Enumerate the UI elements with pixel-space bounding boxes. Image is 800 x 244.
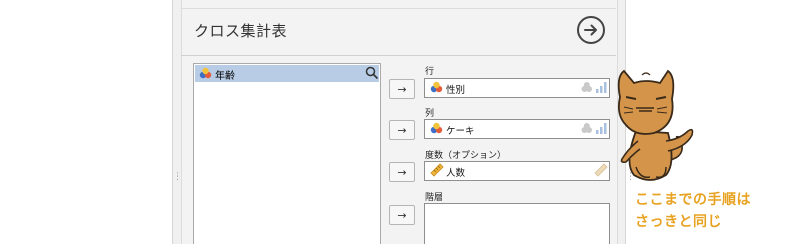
column-slot-label: 列 xyxy=(425,109,435,119)
nominal-variable-icon xyxy=(430,81,443,93)
row-slot-label: 行 xyxy=(425,67,435,77)
column-slot-value: ケーキ xyxy=(446,126,475,137)
measure-type-icon xyxy=(581,123,607,134)
caption-line2: さっきと同じ xyxy=(635,214,722,230)
move-to-layers-button[interactable]: → xyxy=(389,205,415,225)
resize-grip-left[interactable]: ⋮ xyxy=(173,173,182,182)
arrow-right-icon: → xyxy=(397,165,407,179)
cat-mascot-illustration xyxy=(617,69,694,181)
frequency-slot-label: 度数（オプション） xyxy=(425,151,507,161)
arrow-right-circle-icon xyxy=(584,24,597,36)
measure-type-icon xyxy=(581,82,607,93)
caption-line1: ここまでの手順は xyxy=(635,192,751,208)
frequency-slot-value: 人数 xyxy=(446,168,466,179)
arrow-right-icon: → xyxy=(397,123,407,137)
dialog-title: クロス集計表 xyxy=(194,22,288,40)
arrow-right-icon: → xyxy=(397,82,407,96)
nominal-variable-icon xyxy=(430,122,443,134)
ruler-icon xyxy=(430,163,444,177)
layers-slot[interactable] xyxy=(424,203,610,244)
layers-slot-label: 階層 xyxy=(425,193,444,203)
arrow-right-icon: → xyxy=(397,208,407,222)
header-divider xyxy=(181,55,616,56)
move-to-frequency-button[interactable]: → xyxy=(389,162,415,182)
variable-list[interactable] xyxy=(193,63,381,244)
run-button[interactable] xyxy=(577,16,605,44)
nominal-variable-icon xyxy=(199,67,212,79)
variable-label: 年齢 xyxy=(215,71,235,82)
top-divider xyxy=(181,8,616,9)
row-slot-value: 性別 xyxy=(446,85,466,96)
move-to-column-button[interactable]: → xyxy=(389,120,415,140)
move-to-row-button[interactable]: → xyxy=(389,79,415,99)
search-icon[interactable] xyxy=(365,66,379,80)
